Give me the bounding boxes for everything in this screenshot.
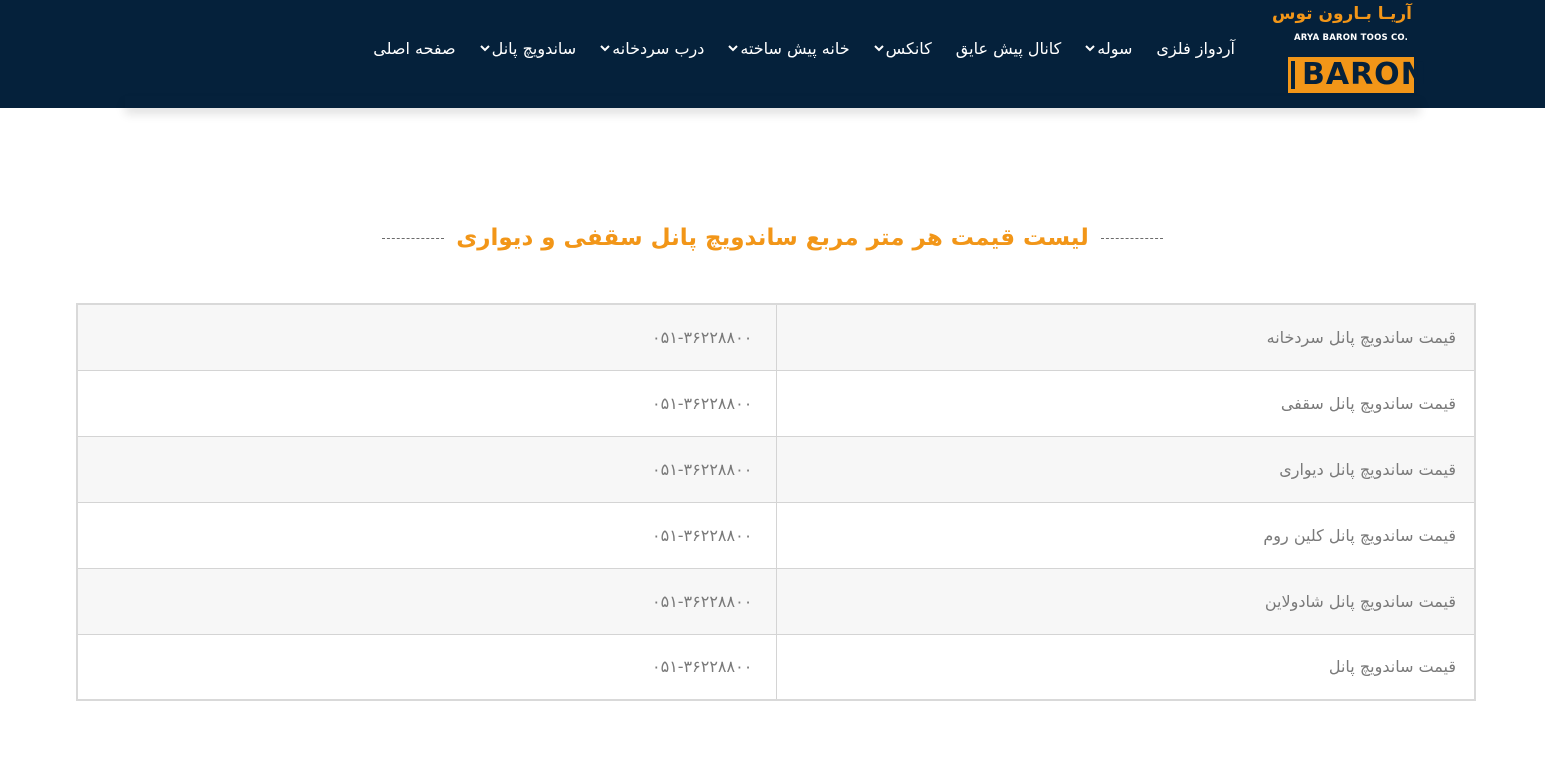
phone-cell: ۰۵۱-۳۶۲۲۸۸۰۰ [76, 369, 778, 437]
nav-item-label: ساندویچ پانل [491, 38, 577, 58]
nav-item-label: کانکس [885, 38, 932, 58]
phone-cell: ۰۵۱-۳۶۲۲۸۸۰۰ [76, 435, 778, 503]
product-name-cell: قیمت ساندویچ پانل [776, 633, 1476, 701]
heading-divider-left [382, 237, 445, 239]
site-logo[interactable]: آریـا بـارون توس ARYA BARON TOOS CO. BAR… [1272, 2, 1426, 94]
product-name-cell: قیمت ساندویچ پانل کلین روم [776, 501, 1476, 569]
table-row: قیمت ساندویچ پانل دیواری ۰۵۱-۳۶۲۲۸۸۰۰ [76, 435, 1476, 503]
phone-number[interactable]: ۰۵۱-۳۶۲۲۸۸۰۰ [652, 657, 752, 676]
table-row: قیمت ساندویچ پانل سردخانه ۰۵۱-۳۶۲۲۸۸۰۰ [76, 303, 1476, 371]
product-name-cell: قیمت ساندویچ پانل شادولاین [776, 567, 1476, 635]
nav-item-shed[interactable]: سوله [1085, 39, 1132, 58]
product-name-cell: قیمت ساندویچ پانل سردخانه [776, 303, 1476, 371]
logo-mark-text: BARON [1302, 57, 1427, 92]
chevron-down-icon [600, 45, 610, 52]
logo-persian-name: آریـا بـارون توس [1272, 4, 1412, 24]
table-row: قیمت ساندویچ پانل کلین روم ۰۵۱-۳۶۲۲۸۸۰۰ [76, 501, 1476, 569]
main-nav: صفحه اصلی ساندویچ پانل درب سردخانه خانه … [349, 34, 1235, 62]
phone-cell: ۰۵۱-۳۶۲۲۸۸۰۰ [76, 501, 778, 569]
table-row: قیمت ساندویچ پانل شادولاین ۰۵۱-۳۶۲۲۸۸۰۰ [76, 567, 1476, 635]
phone-number[interactable]: ۰۵۱-۳۶۲۲۸۸۰۰ [652, 526, 752, 545]
chevron-down-icon [873, 45, 884, 52]
phone-cell: ۰۵۱-۳۶۲۲۸۸۰۰ [76, 567, 778, 635]
phone-number[interactable]: ۰۵۱-۳۶۲۲۸۸۰۰ [652, 592, 752, 611]
nav-item-label: صفحه اصلی [373, 38, 456, 58]
phone-cell: ۰۵۱-۳۶۲۲۸۸۰۰ [76, 303, 778, 371]
product-name-cell: قیمت ساندویچ پانل دیواری [776, 435, 1476, 503]
page-title: لیست قیمت هر متر مربع ساندویچ پانل سقفی … [456, 225, 1089, 251]
nav-item-label: کانال پیش عایق [955, 38, 1062, 58]
header-shadow [125, 96, 1420, 108]
product-name-cell: قیمت ساندویچ پانل سقفی [776, 369, 1476, 437]
phone-number[interactable]: ۰۵۱-۳۶۲۲۸۸۰۰ [652, 394, 752, 413]
nav-item-label: آردواز فلزی [1156, 38, 1235, 58]
table-row: قیمت ساندویچ پانل ۰۵۱-۳۶۲۲۸۸۰۰ [76, 633, 1476, 701]
nav-item-cold-storage-door[interactable]: درب سردخانه [600, 39, 704, 58]
nav-item-prefab-house[interactable]: خانه پیش ساخته [728, 38, 850, 58]
heading-divider-right [1100, 237, 1163, 239]
chevron-down-icon [1085, 45, 1096, 52]
phone-number[interactable]: ۰۵۱-۳۶۲۲۸۸۰۰ [652, 460, 752, 479]
nav-item-label: خانه پیش ساخته [740, 38, 850, 58]
table-row: قیمت ساندویچ پانل سقفی ۰۵۱-۳۶۲۲۸۸۰۰ [76, 369, 1476, 437]
section-heading: لیست قیمت هر متر مربع ساندویچ پانل سقفی … [0, 222, 1545, 254]
nav-item-container[interactable]: کانکس [873, 38, 932, 58]
chevron-down-icon [728, 45, 739, 52]
nav-item-label: سوله [1097, 38, 1133, 58]
nav-item-home[interactable]: صفحه اصلی [373, 39, 455, 58]
site-header: آریـا بـارون توس ARYA BARON TOOS CO. BAR… [0, 0, 1545, 108]
nav-item-sandwich-panel[interactable]: ساندویچ پانل [479, 38, 577, 58]
logo-mark: BARON [1288, 57, 1426, 93]
nav-item-label: درب سردخانه [612, 38, 705, 58]
price-table: قیمت ساندویچ پانل سردخانه ۰۵۱-۳۶۲۲۸۸۰۰ ق… [76, 303, 1476, 701]
logo-english-name: ARYA BARON TOOS CO. [1294, 33, 1409, 43]
phone-cell: ۰۵۱-۳۶۲۲۸۸۰۰ [76, 633, 778, 701]
nav-item-insulated-duct[interactable]: کانال پیش عایق [956, 39, 1062, 58]
chevron-down-icon [479, 45, 490, 52]
logo-mark-bar [1291, 61, 1295, 89]
nav-item-metal-ardoise[interactable]: آردواز فلزی [1156, 39, 1235, 58]
phone-number[interactable]: ۰۵۱-۳۶۲۲۸۸۰۰ [652, 328, 752, 347]
